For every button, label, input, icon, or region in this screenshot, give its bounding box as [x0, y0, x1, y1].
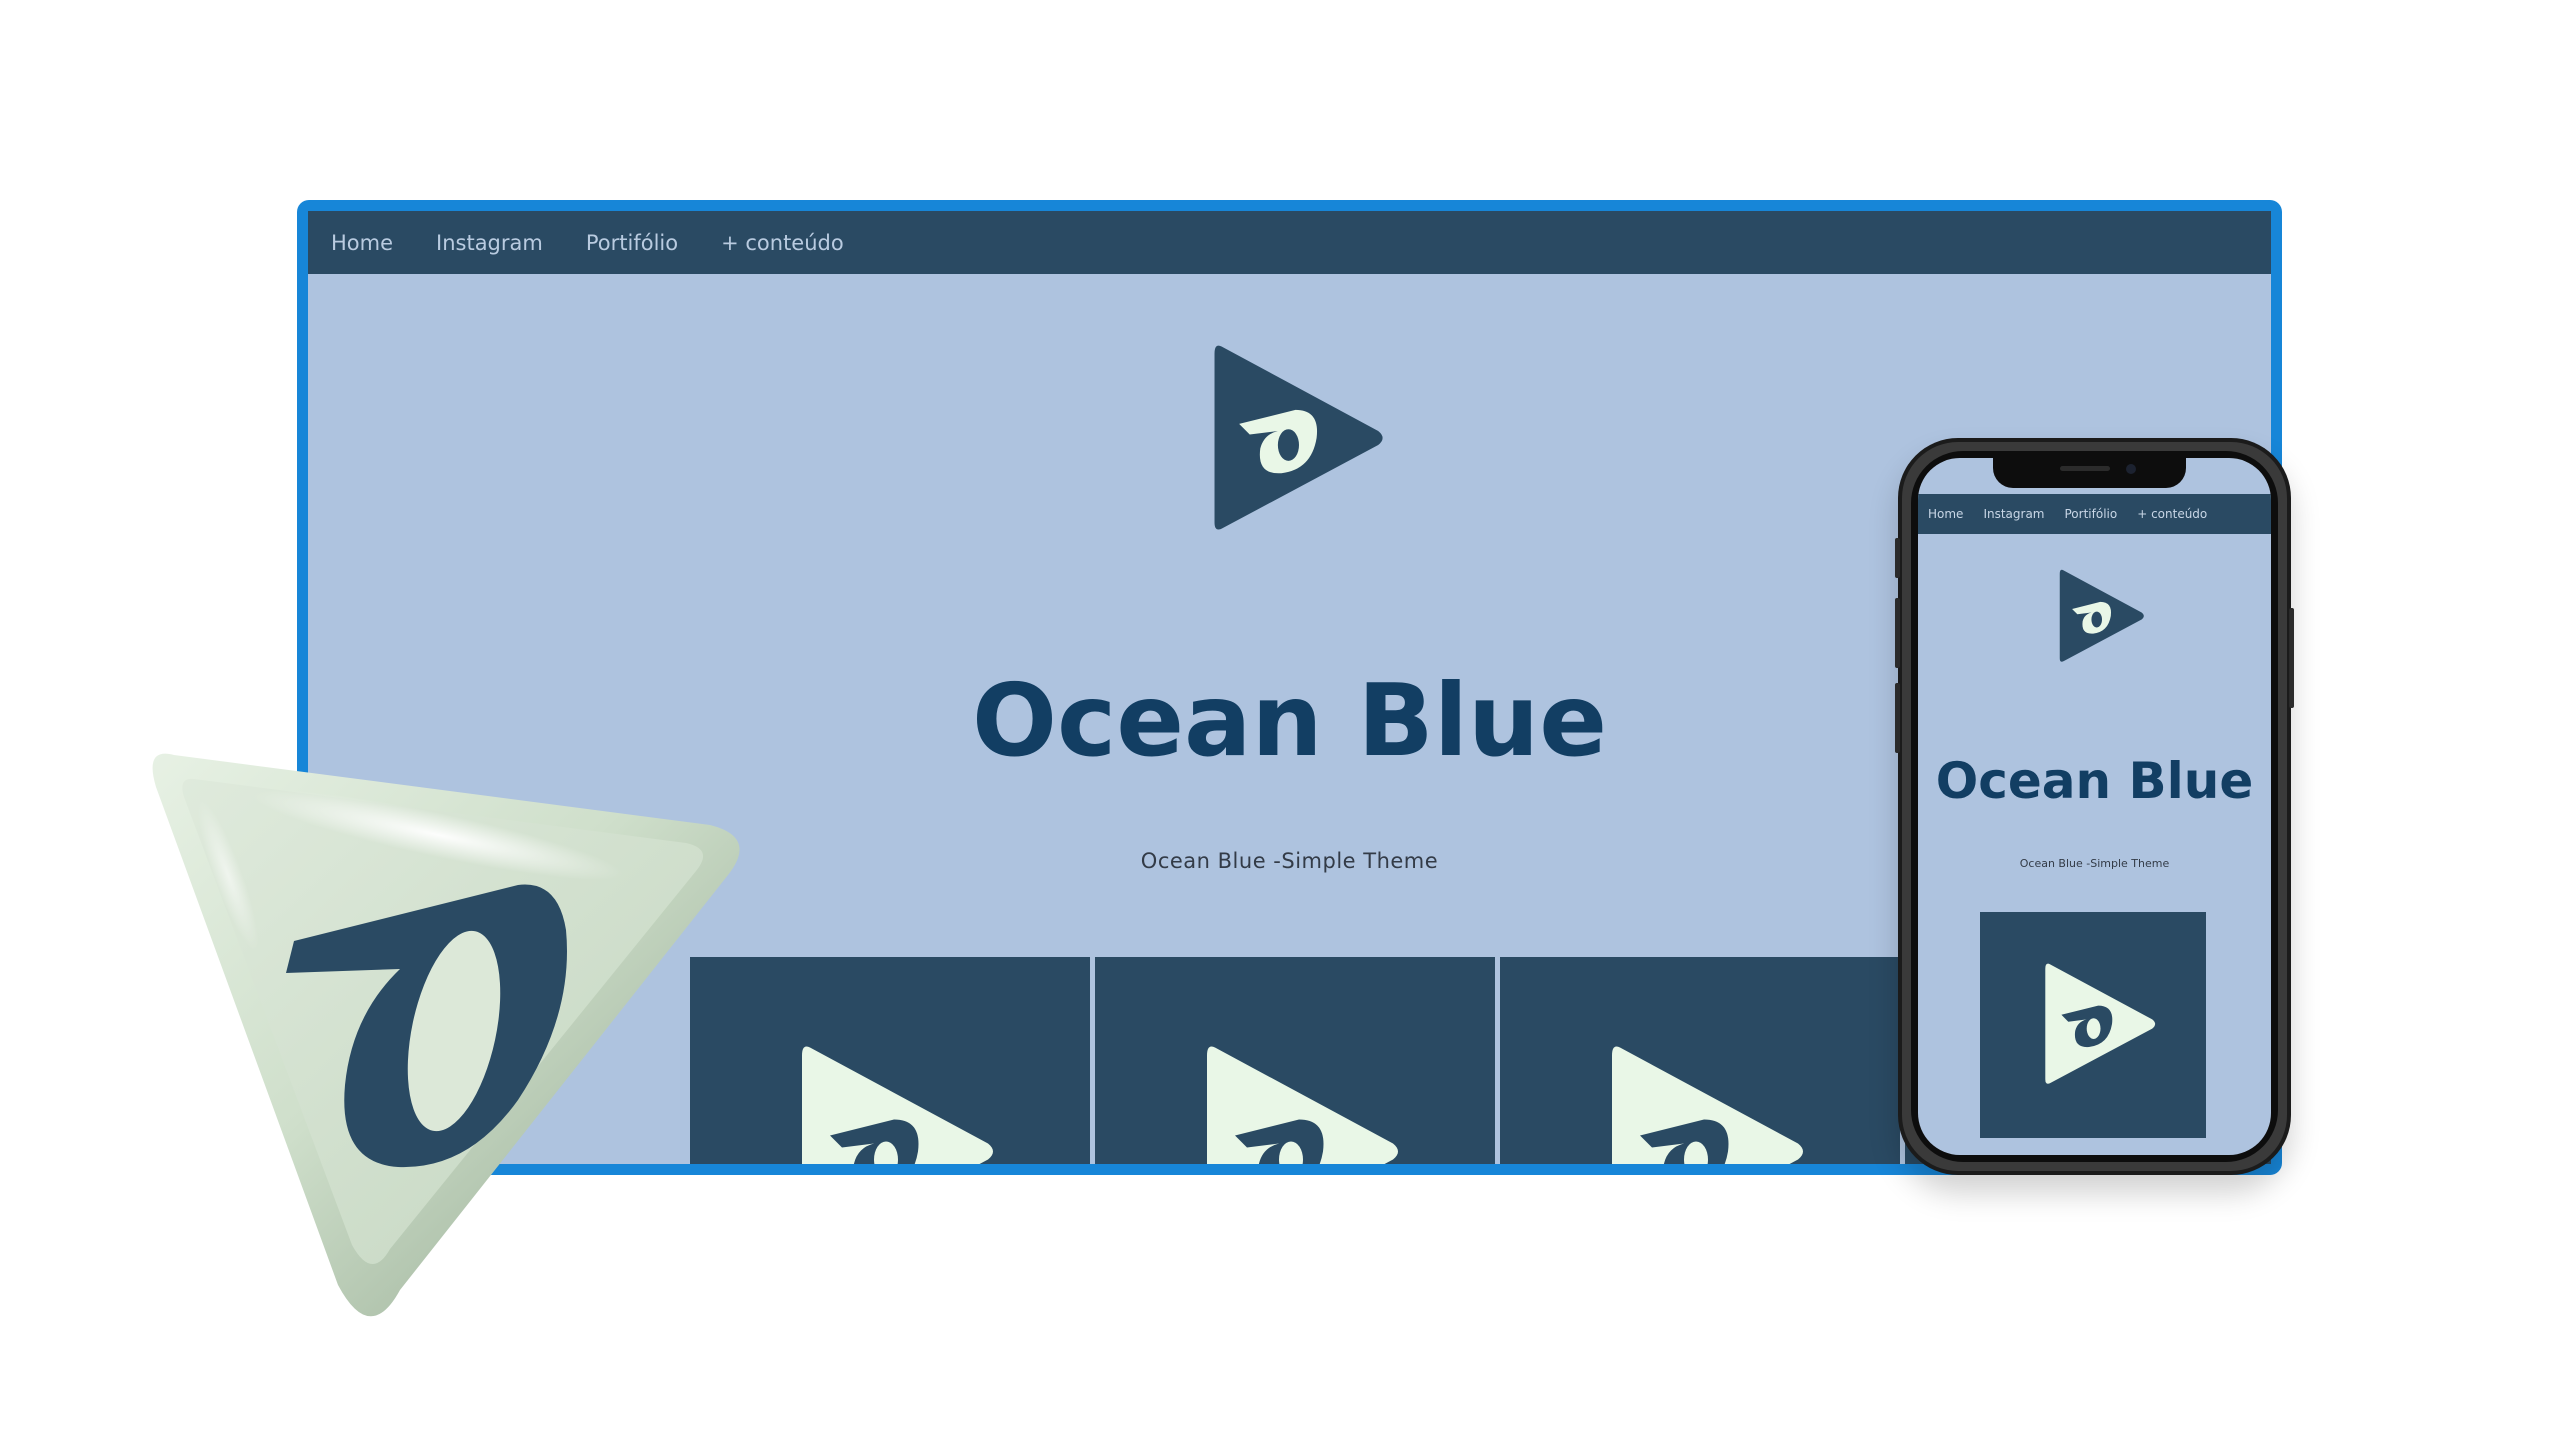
phone-speaker: [2060, 466, 2110, 471]
phone-mockup: Home Instagram Portifólio + conteúdo Oce…: [1895, 438, 2294, 1175]
phone-volume-down-button: [1895, 683, 1900, 753]
nav-home-link[interactable]: Home: [331, 231, 393, 255]
phone-nav-home-link[interactable]: Home: [1928, 507, 1963, 521]
phone-nav-more-content-link[interactable]: + conteúdo: [2137, 507, 2207, 521]
desktop-navbar: Home Instagram Portifólio + conteúdo: [308, 211, 2271, 274]
nav-portfolio-link[interactable]: Portifólio: [586, 231, 678, 255]
nav-more-content-link[interactable]: + conteúdo: [721, 231, 844, 255]
phone-notch: [1993, 458, 2186, 488]
phone-page-title: Ocean Blue: [1935, 752, 2254, 810]
phone-page-subtitle: Ocean Blue -Simple Theme: [2019, 857, 2170, 870]
play-triangle-logo-icon: [2045, 963, 2156, 1084]
play-triangle-logo-icon: [1214, 345, 1383, 530]
thumbnail-tile[interactable]: [1500, 957, 1900, 1164]
play-triangle-logo-icon: [2059, 569, 2144, 662]
phone-nav-portfolio-link[interactable]: Portifólio: [2065, 507, 2118, 521]
phone-camera: [2126, 464, 2136, 474]
play-triangle-logo-icon: [802, 1046, 993, 1164]
phone-nav-instagram-link[interactable]: Instagram: [1983, 507, 2044, 521]
phone-navbar: Home Instagram Portifólio + conteúdo: [1918, 494, 2271, 534]
phone-power-button: [2289, 608, 2294, 708]
thumbnail-tile[interactable]: [1095, 957, 1495, 1164]
phone-volume-up-button: [1895, 598, 1900, 668]
phone-screen: Home Instagram Portifólio + conteúdo Oce…: [1918, 458, 2271, 1155]
phone-mute-button: [1895, 538, 1900, 578]
phone-thumbnail-tile[interactable]: [1980, 912, 2206, 1138]
3d-triangle-logo-icon: [152, 753, 740, 1317]
play-triangle-logo-icon: [1612, 1046, 1803, 1164]
play-triangle-logo-icon: [1207, 1046, 1398, 1164]
nav-instagram-link[interactable]: Instagram: [436, 231, 543, 255]
